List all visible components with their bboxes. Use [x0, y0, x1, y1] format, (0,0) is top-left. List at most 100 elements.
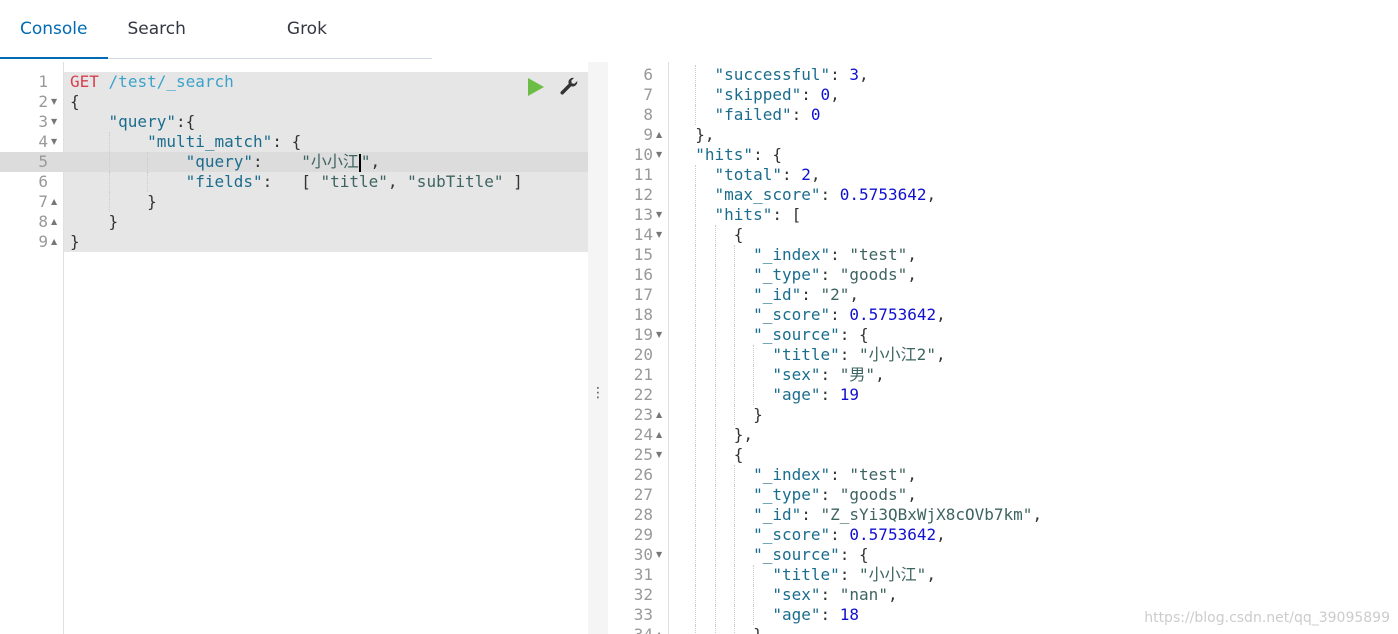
indent-guide [733, 625, 735, 634]
indent-guide [695, 625, 697, 634]
fold-open-icon[interactable]: ▼ [656, 325, 662, 345]
indent-guide [753, 585, 755, 605]
indent-guide [714, 325, 716, 345]
indent-guide [695, 305, 697, 325]
indent-guide [714, 265, 716, 285]
fold-open-icon[interactable]: ▼ [51, 132, 57, 152]
code-line: { [676, 225, 744, 244]
indent-guide [714, 465, 716, 485]
fold-close-icon[interactable]: ▲ [656, 125, 662, 145]
code-line: "_index": "test", [753, 465, 917, 484]
fold-open-icon[interactable]: ▼ [656, 205, 662, 225]
request-editor[interactable]: 1 2 ▼{3 ▼ "query":{4 ▼ "multi_match": {5 "qu… [0, 62, 588, 634]
line-number: 29 [633, 525, 653, 544]
fold-close-icon[interactable]: ▲ [51, 212, 57, 232]
indent-guide [714, 405, 716, 425]
line-number: 28 [633, 505, 653, 524]
indent-guide [695, 545, 697, 565]
code-line: "_id": "Z_sYi3QBxWjX8cOVb7km", [753, 505, 1043, 524]
code-line: "query": "小小江 ", [185, 152, 381, 172]
fold-open-icon[interactable]: ▼ [656, 445, 662, 465]
indent-guide [695, 505, 697, 525]
indent-guide [695, 105, 697, 125]
line-number: 8 [643, 105, 653, 124]
indent-guide [695, 205, 697, 225]
indent-guide [714, 385, 716, 405]
fold-open-icon[interactable]: ▼ [51, 92, 57, 112]
code-line: "title": "小小江2", [772, 345, 946, 364]
line-number: 4 [38, 132, 48, 151]
code-line: } [70, 192, 157, 211]
indent-guide [695, 225, 697, 245]
indent-guide [108, 152, 110, 172]
indent-guide [695, 165, 697, 185]
response-viewer[interactable]: 6 "successful": 3, 7 "skipped": 0, 8 "fail… [608, 62, 1398, 634]
line-number: 10 [633, 145, 653, 164]
line-number: 14 [633, 225, 653, 244]
indent-guide [695, 445, 697, 465]
fold-close-icon[interactable]: ▲ [51, 232, 57, 252]
indent-guide [695, 185, 697, 205]
indent-guide [695, 565, 697, 585]
panel-resizer[interactable]: ⋮ [588, 62, 608, 634]
indent-guide [714, 505, 716, 525]
fold-close-icon[interactable]: ▲ [656, 405, 662, 425]
indent-guide [733, 385, 735, 405]
indent-guide [733, 525, 735, 545]
play-icon[interactable] [528, 78, 544, 96]
code-line: "_score": 0.5753642, [753, 305, 946, 324]
line-number: 20 [633, 345, 653, 364]
indent-guide [733, 505, 735, 525]
code-line: "_type": "goods", [753, 265, 917, 284]
fold-open-icon[interactable]: ▼ [656, 145, 662, 165]
line-number: 5 [38, 152, 48, 171]
line-number: 32 [633, 585, 653, 604]
indent-guide [108, 172, 110, 192]
code-line: "age": 19 [772, 385, 860, 404]
indent-guide [714, 565, 716, 585]
indent-guide [695, 585, 697, 605]
indent-guide [695, 285, 697, 305]
tab-grok-debugger[interactable]: Grok Debugger [267, 0, 432, 97]
line-number: 34 [609, 625, 653, 634]
indent-guide [714, 225, 716, 245]
fold-close-icon[interactable]: ▲ [51, 192, 57, 212]
vertical-ellipsis-icon[interactable]: ⋮ [588, 386, 608, 400]
code-line: "sex": "nan", [772, 585, 898, 604]
line-number: 18 [633, 305, 653, 324]
line-number: 17 [633, 285, 653, 304]
indent-guide [147, 152, 149, 172]
line-number: 2 [38, 92, 48, 111]
fold-close-icon[interactable]: ▲ [656, 425, 662, 445]
tab-console[interactable]: Console [0, 0, 108, 59]
tab-search-profiler[interactable]: Search Profiler [108, 0, 267, 97]
fold-open-icon[interactable]: ▼ [656, 225, 662, 245]
indent-guide [695, 425, 697, 445]
line-number: 22 [633, 385, 653, 404]
line-number: 19 [633, 325, 653, 344]
fold-open-icon[interactable]: ▼ [656, 545, 662, 565]
indent-guide [714, 365, 716, 385]
indent-guide [695, 385, 697, 405]
code-line: } [676, 405, 763, 424]
code-line: "skipped": 0, [714, 85, 840, 104]
fold-close-icon[interactable]: ▲ [656, 625, 662, 634]
indent-guide [753, 565, 755, 585]
line-number: 8 [38, 212, 48, 231]
indent-guide [695, 65, 697, 85]
indent-guide [695, 325, 697, 345]
line-number: 27 [633, 485, 653, 504]
line-number: 31 [633, 565, 653, 584]
line-number: 23 [633, 405, 653, 424]
indent-guide [733, 325, 735, 345]
code-line: "total": 2, [714, 165, 821, 184]
code-line: "_type": "goods", [753, 485, 917, 504]
line-number: 9 [38, 232, 48, 251]
fold-open-icon[interactable]: ▼ [51, 112, 57, 132]
wrench-icon[interactable] [558, 76, 580, 98]
indent-guide [733, 365, 735, 385]
code-line: "_index": "test", [753, 245, 917, 264]
line-number: 6 [38, 172, 48, 191]
text-cursor [358, 153, 361, 172]
indent-guide [714, 305, 716, 325]
